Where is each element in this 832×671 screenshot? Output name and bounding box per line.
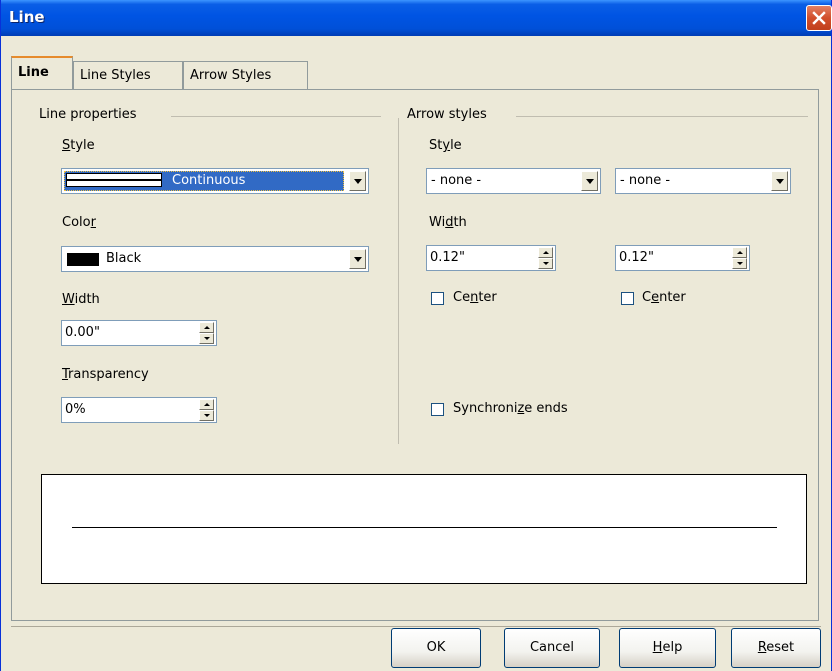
tab-line-styles-label: Line Styles [80,68,151,83]
line-color-dropdown-arrow[interactable] [349,249,366,269]
help-button[interactable]: Help [619,628,716,668]
arrow-start-width-value: 0.12" [430,250,465,265]
line-color-select[interactable]: Black [61,246,369,272]
arrow-start-width-increment[interactable] [538,247,553,258]
tab-arrow-styles[interactable]: Arrow Styles [183,61,308,89]
cancel-button[interactable]: Cancel [504,628,600,668]
color-swatch [67,253,99,266]
arrow-start-dropdown-arrow[interactable] [581,171,598,191]
close-icon [812,11,826,25]
arrow-end-style-value: - none - [620,173,671,188]
line-width-spinbox[interactable]: 0.00" [61,320,217,346]
line-dialog: Line Line Line Styles Arrow Styles Line … [0,0,832,671]
window-title: Line [9,8,45,26]
arrow-start-width-decrement[interactable] [538,258,553,269]
arrow-end-width-value: 0.12" [619,250,654,265]
tab-line-styles[interactable]: Line Styles [73,61,183,89]
close-button[interactable] [806,5,832,31]
transparency-label: Transparency [62,367,149,382]
line-style-dropdown-arrow[interactable] [349,171,366,191]
arrow-start-style-value: - none - [431,173,482,188]
ok-button-label: OK [426,640,446,655]
help-button-label: Help [652,640,683,655]
width-label: Width [62,292,100,307]
ok-button[interactable]: OK [391,628,481,668]
line-width-decrement[interactable] [199,333,214,344]
center-start-label: Center [453,290,497,305]
line-style-value: Continuous [172,173,246,188]
transparency-decrement[interactable] [199,410,214,421]
line-color-value: Black [106,251,142,266]
button-separator [11,626,821,627]
arrow-end-width-increment[interactable] [732,247,747,258]
color-label: Color [62,215,96,230]
reset-button[interactable]: Reset [731,628,821,668]
line-width-increment[interactable] [199,322,214,333]
arrow-style-label: Style [429,138,462,153]
synchronize-ends-label: Synchronize ends [453,401,568,416]
cancel-button-label: Cancel [529,640,575,655]
tab-arrow-styles-label: Arrow Styles [190,68,272,83]
arrow-end-dropdown-arrow[interactable] [771,171,788,191]
arrow-styles-rule [516,116,808,117]
tab-line[interactable]: Line [11,56,73,89]
center-end-checkbox[interactable] [621,292,634,305]
line-style-swatch [66,173,162,187]
line-preview [41,474,807,584]
transparency-value: 0% [65,402,86,417]
group-separator [398,118,399,444]
center-start-checkbox[interactable] [431,292,444,305]
title-bar[interactable]: Line [1,0,832,36]
arrow-start-width-spinbox[interactable]: 0.12" [426,245,556,271]
line-properties-heading: Line properties [39,107,137,122]
reset-button-label: Reset [757,640,795,655]
center-end-label: Center [642,290,686,305]
arrow-styles-heading: Arrow styles [407,107,487,122]
transparency-spinbox[interactable]: 0% [61,397,217,423]
line-width-value: 0.00" [65,325,100,340]
arrow-end-width-decrement[interactable] [732,258,747,269]
arrow-end-style-select[interactable]: - none - [615,168,791,194]
preview-line [72,527,777,528]
arrow-start-style-select[interactable]: - none - [426,168,601,194]
style-label: Style [62,138,95,153]
line-style-select[interactable]: Continuous [61,168,369,194]
arrow-end-width-spinbox[interactable]: 0.12" [615,245,750,271]
synchronize-ends-checkbox[interactable] [431,403,444,416]
transparency-increment[interactable] [199,399,214,410]
tab-line-label: Line [18,65,49,80]
line-properties-rule [171,116,381,117]
arrow-width-label: Width [429,215,467,230]
